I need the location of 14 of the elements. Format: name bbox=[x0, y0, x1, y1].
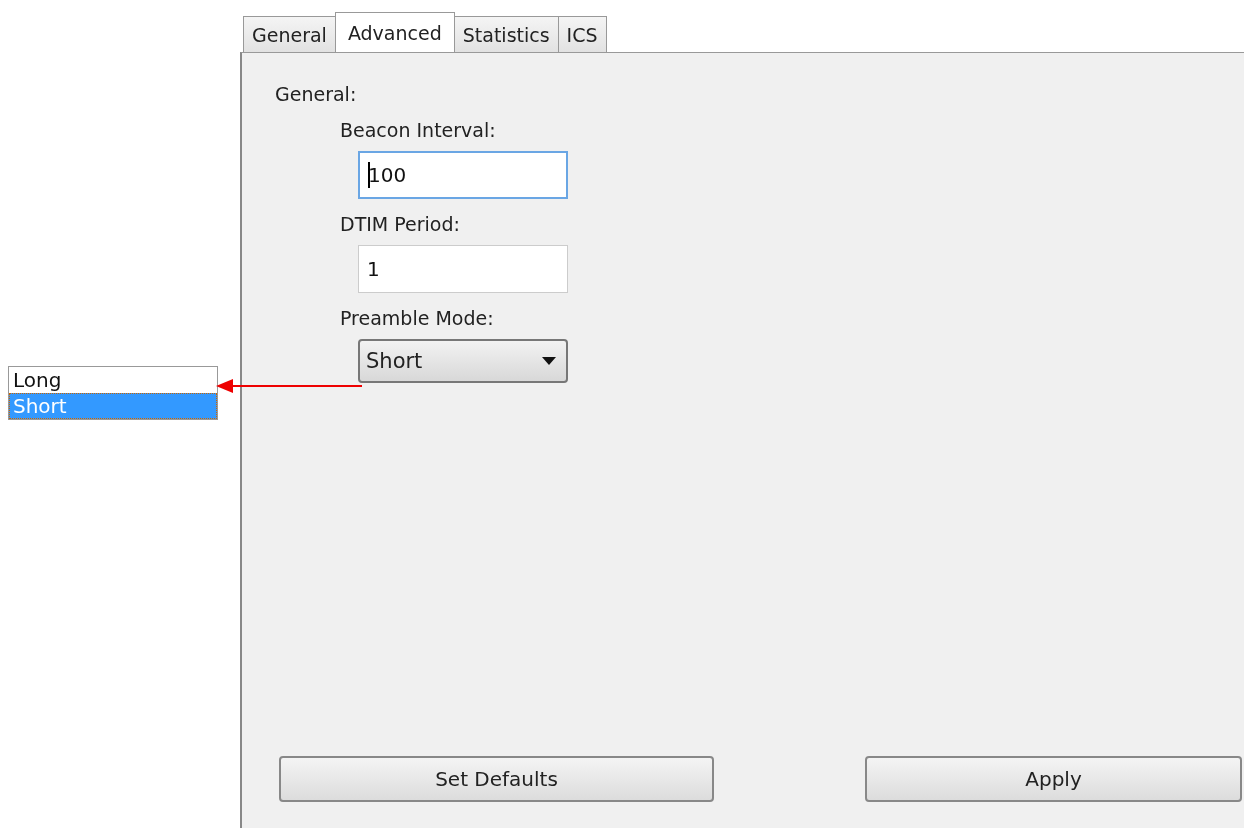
dialog-button[interactable]: Apply bbox=[865, 756, 1242, 802]
tab[interactable]: ICS bbox=[557, 16, 607, 52]
input-field[interactable]: 100 bbox=[358, 151, 568, 199]
dropdown[interactable]: Short bbox=[358, 339, 568, 383]
caret-icon bbox=[542, 357, 556, 365]
dropdown-option[interactable]: Long bbox=[9, 367, 217, 393]
input-field[interactable]: 1 bbox=[358, 245, 568, 293]
section-label: General: bbox=[275, 83, 358, 105]
field-label: Preamble Mode: bbox=[340, 307, 495, 329]
field-label: Beacon Interval: bbox=[340, 119, 497, 141]
tab[interactable]: General bbox=[243, 16, 336, 52]
field-label: DTIM Period: bbox=[340, 213, 461, 235]
dialog-button[interactable]: Set Defaults bbox=[279, 756, 714, 802]
tab[interactable]: Statistics bbox=[453, 16, 559, 52]
